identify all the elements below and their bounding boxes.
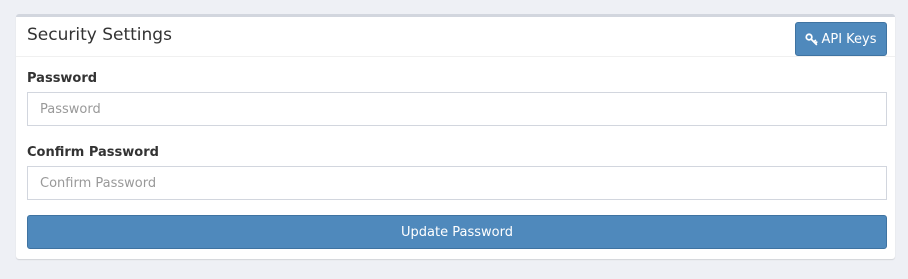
confirm-password-input[interactable] [27, 166, 887, 200]
api-keys-button[interactable]: API Keys [795, 22, 887, 56]
update-password-button[interactable]: Update Password [27, 215, 887, 249]
security-settings-card: Security Settings API Keys Password Conf… [16, 14, 895, 259]
api-keys-label: API Keys [821, 31, 877, 47]
key-icon [805, 32, 819, 46]
confirm-password-label: Confirm Password [27, 145, 159, 160]
password-input[interactable] [27, 92, 887, 126]
password-label: Password [27, 71, 98, 86]
card-header: Security Settings API Keys [16, 17, 895, 57]
card-title: Security Settings [27, 25, 172, 45]
